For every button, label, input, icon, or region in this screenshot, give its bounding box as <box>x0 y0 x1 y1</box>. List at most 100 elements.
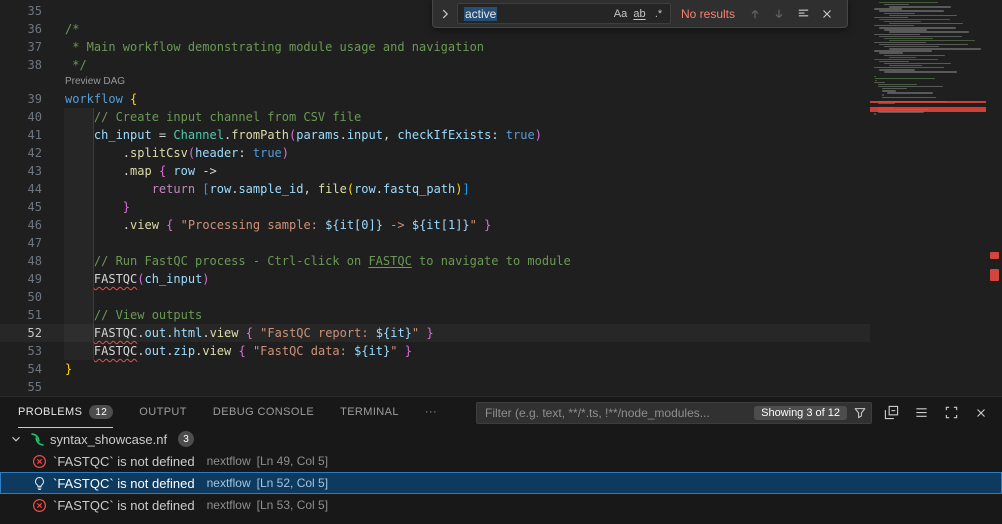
code-token: fromPath <box>231 128 289 142</box>
code-token: ( <box>347 182 354 196</box>
code-token: -> <box>383 218 412 232</box>
filter-icon[interactable] <box>853 406 867 420</box>
minimap-line <box>874 59 938 60</box>
problem-location: [Ln 53, Col 5] <box>257 498 328 512</box>
panel-tab-debug-console[interactable]: DEBUG CONSOLE <box>213 397 314 428</box>
vscode-window: 3536/*37 * Main workflow demonstrating m… <box>0 0 1002 524</box>
close-panel-button[interactable] <box>970 402 992 424</box>
codelens-preview-dag[interactable]: Preview DAG <box>0 74 870 90</box>
problem-source: nextflow <box>207 498 251 512</box>
code-line: 45 } <box>0 198 870 216</box>
maximize-panel-button[interactable] <box>940 402 962 424</box>
whole-word-toggle[interactable]: ab <box>630 5 649 22</box>
code-token: checkIfExists <box>397 128 491 142</box>
problem-location: [Ln 49, Col 5] <box>257 454 328 468</box>
panel-tab-output[interactable]: OUTPUT <box>139 397 187 428</box>
line-number: 43 <box>0 162 55 180</box>
code-token: { <box>246 326 253 340</box>
code-token: . <box>202 326 209 340</box>
showing-count-badge: Showing 3 of 12 <box>754 406 847 420</box>
match-case-toggle[interactable]: Aa <box>611 5 630 22</box>
close-find-icon[interactable] <box>817 4 837 24</box>
file-problem-count-badge: 3 <box>178 431 194 447</box>
code-token: header <box>195 146 238 160</box>
code-line: 44 return [row.sample_id, file(row.fastq… <box>0 180 870 198</box>
scrollbar-overview-ruler[interactable] <box>986 0 1002 396</box>
panel-header: PROBLEMS12 OUTPUT DEBUG CONSOLE TERMINAL ···… <box>0 397 1002 428</box>
error-icon <box>31 498 47 513</box>
line-number: 48 <box>0 252 55 270</box>
code-text: return [row.sample_id, file(row.fastq_pa… <box>55 180 470 198</box>
problems-file-group[interactable]: syntax_showcase.nf 3 <box>0 428 1002 450</box>
view-as-table-button[interactable] <box>910 402 932 424</box>
minimap-line <box>887 92 933 93</box>
lightbulb-icon <box>31 476 47 491</box>
code-text: */ <box>55 56 87 74</box>
minimap-line <box>879 36 962 37</box>
code-token <box>65 200 123 214</box>
code-line: 47 <box>0 234 870 252</box>
code-token: . <box>340 128 347 142</box>
code-text: // Run FastQC process - Ctrl-click on FA… <box>55 252 571 270</box>
code-text: FASTQC.out.html.view { "FastQC report: $… <box>55 324 434 342</box>
find-input[interactable]: active Aa ab .* <box>457 3 671 24</box>
previous-match-button[interactable] <box>745 4 765 24</box>
line-number: 54 <box>0 360 55 378</box>
minimap-line <box>874 82 885 83</box>
toggle-replace-icon[interactable] <box>437 4 453 24</box>
code-token <box>173 218 180 232</box>
panel-actions: Filter (e.g. text, **/*.ts, !**/node_mod… <box>476 397 1002 428</box>
problem-source: nextflow <box>207 476 251 490</box>
code-token: { <box>238 344 245 358</box>
find-widget: active Aa ab .* No results <box>432 0 848 28</box>
code-text: } <box>55 360 72 378</box>
problems-rows: `FASTQC` is not definednextflow[Ln 49, C… <box>0 450 1002 516</box>
minimap-line <box>889 40 975 41</box>
code-token: FASTQC <box>94 272 137 286</box>
code-text <box>55 2 65 20</box>
code-token: */ <box>65 58 87 72</box>
next-match-button[interactable] <box>769 4 789 24</box>
find-results-count: No results <box>681 7 735 21</box>
code-token: true <box>253 146 282 160</box>
problem-row[interactable]: `FASTQC` is not definednextflow[Ln 52, C… <box>0 472 1002 494</box>
panel-tab-terminal[interactable]: TERMINAL <box>340 397 399 428</box>
minimap[interactable] <box>870 0 986 396</box>
code-token: view <box>202 344 231 358</box>
code-token: FASTQC <box>368 254 411 268</box>
code-token: ] <box>462 182 469 196</box>
code-token: } <box>405 344 412 358</box>
minimap-line <box>884 55 945 56</box>
panel-tab-label: ··· <box>425 406 437 418</box>
problem-source: nextflow <box>207 454 251 468</box>
code-editor[interactable]: 3536/*37 * Main workflow demonstrating m… <box>0 0 1002 396</box>
code-text: } <box>55 198 130 216</box>
code-token <box>123 92 130 106</box>
minimap-line <box>882 94 884 95</box>
code-token: } <box>484 218 491 232</box>
code-token: ) <box>535 128 542 142</box>
code-token: input <box>347 128 383 142</box>
panel-tabs: PROBLEMS12 OUTPUT DEBUG CONSOLE TERMINAL ··· <box>0 397 437 428</box>
regex-toggle[interactable]: .* <box>649 5 668 22</box>
problem-row[interactable]: `FASTQC` is not definednextflow[Ln 53, C… <box>0 494 1002 516</box>
collapse-all-button[interactable] <box>880 402 902 424</box>
code-token: // Create input channel from CSV file <box>94 110 361 124</box>
problem-row[interactable]: `FASTQC` is not definednextflow[Ln 49, C… <box>0 450 1002 472</box>
minimap-line <box>879 61 909 62</box>
minimap-line <box>875 80 877 81</box>
problems-filter-input[interactable]: Filter (e.g. text, **/*.ts, !**/node_mod… <box>476 402 872 424</box>
find-in-selection-icon[interactable] <box>793 4 813 24</box>
code-text <box>55 288 65 306</box>
line-number: 44 <box>0 180 55 198</box>
panel-tab-label: DEBUG CONSOLE <box>213 406 314 418</box>
panel-tab-more-actions[interactable]: ··· <box>425 397 437 428</box>
panel-tab-problems[interactable]: PROBLEMS12 <box>18 397 113 428</box>
code-token <box>397 344 404 358</box>
code-token: [ <box>202 182 209 196</box>
code-line: 46 .view { "Processing sample: ${it[0]} … <box>0 216 870 234</box>
code-token <box>65 272 94 286</box>
code-text: workflow { <box>55 90 137 108</box>
code-line: 37 * Main workflow demonstrating module … <box>0 38 870 56</box>
code-token: { <box>130 92 137 106</box>
